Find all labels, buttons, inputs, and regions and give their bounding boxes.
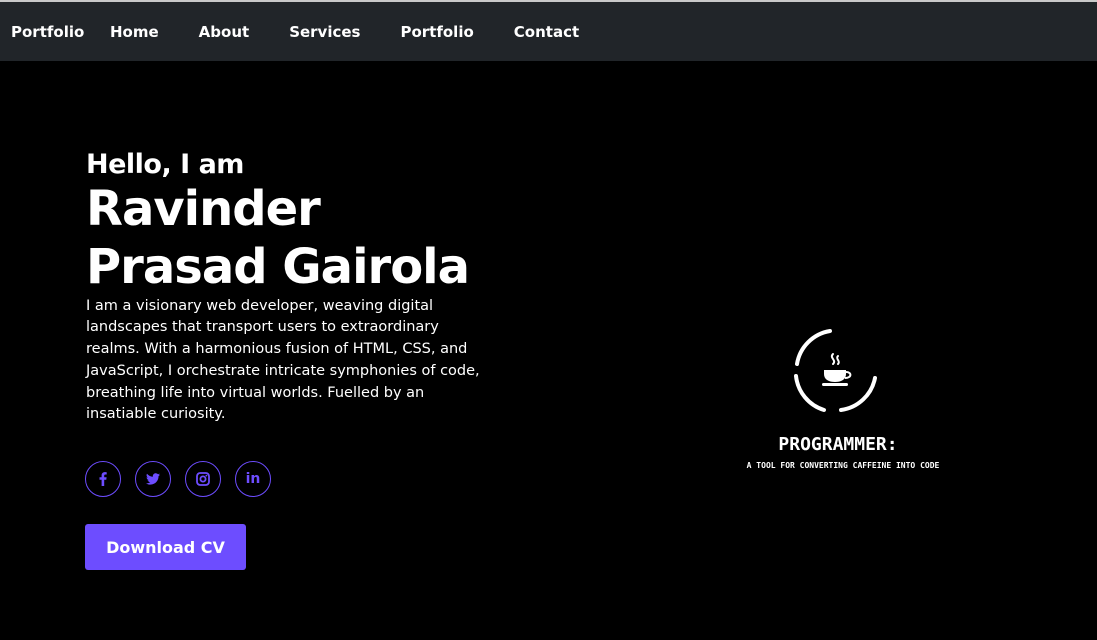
twitter-icon <box>146 473 160 485</box>
hero-bio: I am a visionary web developer, weaving … <box>86 297 480 423</box>
hero-name-line1: Ravinder <box>86 180 321 237</box>
nav-link-services[interactable]: Services <box>289 23 360 41</box>
facebook-link[interactable] <box>85 461 121 497</box>
nav-link-portfolio[interactable]: Portfolio <box>400 23 473 41</box>
nav-link-about[interactable]: About <box>199 23 250 41</box>
instagram-link[interactable] <box>185 461 221 497</box>
linkedin-icon: in <box>245 471 261 487</box>
coffee-cup-icon <box>822 353 852 386</box>
programmer-logo <box>790 326 880 416</box>
linkedin-link[interactable]: in <box>235 461 271 497</box>
nav-links: Home About Services Portfolio Contact <box>110 2 579 61</box>
download-cv-button[interactable]: Download CV <box>85 524 246 570</box>
navbar: Portfolio Home About Services Portfolio … <box>0 2 1097 61</box>
social-links: in <box>85 461 271 497</box>
logo-ring-icon <box>794 329 877 412</box>
navbar-brand[interactable]: Portfolio <box>11 2 84 61</box>
hero-greeting: Hello, I am <box>86 149 244 180</box>
hero-name: Ravinder Prasad Gairola <box>86 180 486 296</box>
nav-link-contact[interactable]: Contact <box>514 23 579 41</box>
instagram-icon <box>196 472 210 486</box>
hero-name-line2: Prasad Gairola <box>86 238 470 295</box>
hero-intro: Hello, I am Ravinder Prasad Gairola I am… <box>86 150 486 440</box>
nav-link-home[interactable]: Home <box>110 23 159 41</box>
facebook-icon <box>99 472 107 486</box>
logo-title: PROGRAMMER: <box>778 434 898 455</box>
logo-tagline: A TOOL FOR CONVERTING CAFFEINE INTO CODE <box>746 461 940 470</box>
twitter-link[interactable] <box>135 461 171 497</box>
